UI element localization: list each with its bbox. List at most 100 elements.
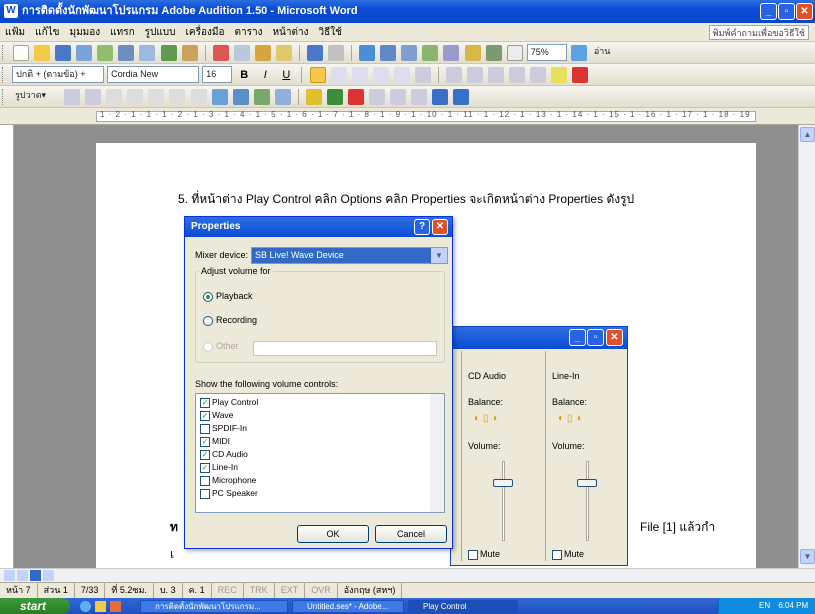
3d-style-icon[interactable]: [453, 89, 470, 105]
list-item[interactable]: ✓ CD Audio: [200, 449, 248, 460]
bullets-icon[interactable]: [467, 67, 483, 83]
redo-icon[interactable]: [328, 45, 345, 61]
task-play-control[interactable]: Play Control: [408, 600, 518, 613]
font-color-icon[interactable]: [572, 67, 589, 83]
clip-art-icon[interactable]: [253, 89, 270, 105]
save-icon[interactable]: [55, 45, 72, 61]
properties-titlebar[interactable]: Properties ? ✕: [185, 217, 452, 237]
task-audition[interactable]: Untitled.ses* - Adobe...: [292, 600, 404, 613]
align-left-icon[interactable]: [309, 67, 326, 83]
menu-format[interactable]: รูปแบบ: [140, 23, 181, 42]
chevron-down-icon[interactable]: ▼: [431, 248, 447, 263]
columns-icon[interactable]: [443, 45, 460, 61]
window-titlebar[interactable]: W การติดตั้งนักพัฒนาโปรแกรม Adobe Auditi…: [0, 0, 815, 23]
mute-checkbox[interactable]: Mute: [468, 549, 500, 560]
new-icon[interactable]: [13, 45, 30, 61]
align-center-icon[interactable]: [330, 67, 347, 83]
style-select[interactable]: ปกติ + (ตามข้อ) +: [12, 66, 105, 83]
web-view-icon[interactable]: [17, 570, 28, 581]
wordart-icon[interactable]: [211, 89, 228, 105]
copy-icon[interactable]: [233, 45, 250, 61]
list-item[interactable]: ✓ MIDI: [200, 436, 230, 447]
menu-window[interactable]: หน้าต่าง: [267, 23, 313, 42]
autoshapes-icon[interactable]: [85, 89, 102, 105]
bold-icon[interactable]: B: [236, 67, 252, 83]
spelling-icon[interactable]: [160, 45, 177, 61]
checkbox-icon[interactable]: [200, 423, 210, 434]
fill-color-icon[interactable]: [305, 89, 322, 105]
task-word[interactable]: การติดตั้งนักพัฒนาโปรแกรม...: [140, 600, 288, 613]
radio-recording[interactable]: Recording: [203, 315, 257, 326]
vol-close-button[interactable]: ✕: [606, 329, 623, 346]
volume-slider-thumb[interactable]: [577, 479, 597, 487]
insert-excel-icon[interactable]: [422, 45, 439, 61]
menu-table[interactable]: ตาราง: [229, 23, 267, 42]
research-icon[interactable]: [181, 45, 198, 61]
dash-style-icon[interactable]: [390, 89, 407, 105]
help-icon[interactable]: [570, 45, 587, 61]
mute-checkbox[interactable]: Mute: [552, 549, 584, 560]
drawing-icon[interactable]: [464, 45, 481, 61]
align-right-icon[interactable]: [351, 67, 368, 83]
list-item[interactable]: ✓ Line-In: [200, 462, 238, 473]
hyperlink-icon[interactable]: [359, 45, 376, 61]
checkbox-icon[interactable]: [200, 475, 210, 486]
paste-icon[interactable]: [254, 45, 271, 61]
checkbox-checked-icon[interactable]: ✓: [200, 410, 210, 421]
decrease-indent-icon[interactable]: [488, 67, 505, 83]
volume-slider-thumb[interactable]: [493, 479, 513, 487]
menu-tools[interactable]: เครื่องมือ: [181, 23, 230, 42]
ok-button[interactable]: OK: [297, 525, 369, 543]
distributed-icon[interactable]: [393, 67, 410, 83]
list-item[interactable]: ✓ Play Control: [200, 397, 258, 408]
checkbox-checked-icon[interactable]: ✓: [200, 397, 210, 408]
document-map-icon[interactable]: [485, 45, 502, 61]
play-control-window[interactable]: _ ▫ ✕ CD Audio Balance: ◐ ▯ ◑ Volume: Mu…: [450, 326, 628, 566]
arrow-icon[interactable]: [127, 89, 144, 105]
cancel-button[interactable]: Cancel: [375, 525, 447, 543]
menu-edit[interactable]: แก้ไข: [30, 23, 64, 42]
checkbox-checked-icon[interactable]: ✓: [200, 436, 210, 447]
increase-indent-icon[interactable]: [509, 67, 526, 83]
close-button[interactable]: ✕: [796, 3, 813, 20]
checkbox-checked-icon[interactable]: ✓: [200, 462, 210, 473]
toolbar-grip[interactable]: [2, 45, 5, 61]
oval-icon[interactable]: [169, 89, 186, 105]
select-objects-icon[interactable]: [64, 89, 81, 105]
list-item[interactable]: Microphone: [200, 475, 256, 486]
italic-icon[interactable]: I: [257, 67, 273, 83]
start-button[interactable]: start: [0, 598, 70, 614]
print-preview-icon[interactable]: [139, 45, 156, 61]
rectangle-icon[interactable]: [148, 89, 165, 105]
outline-view-icon[interactable]: [43, 570, 54, 581]
normal-view-icon[interactable]: [4, 570, 15, 581]
properties-close-button[interactable]: ✕: [432, 219, 448, 235]
print-layout-icon[interactable]: [30, 570, 41, 581]
insert-table-icon[interactable]: [401, 45, 418, 61]
maximize-button[interactable]: ▫: [778, 3, 795, 20]
vol-maximize-button[interactable]: ▫: [587, 329, 604, 346]
status-ovr[interactable]: OVR: [305, 583, 338, 598]
draw-font-color-icon[interactable]: [348, 89, 364, 105]
horizontal-scrollbar[interactable]: [0, 568, 815, 582]
scroll-up-icon[interactable]: ▲: [800, 127, 815, 142]
vol-minimize-button[interactable]: _: [569, 329, 586, 346]
minimize-button[interactable]: _: [760, 3, 777, 20]
line-spacing-icon[interactable]: [414, 67, 431, 83]
help-button[interactable]: ?: [414, 219, 430, 235]
quicklaunch-folder-icon[interactable]: [95, 601, 106, 612]
quicklaunch-ie-icon[interactable]: [80, 601, 91, 612]
list-item[interactable]: SPDIF-In: [200, 423, 247, 434]
outside-border-icon[interactable]: [530, 67, 547, 83]
font-select[interactable]: Cordia New: [107, 66, 200, 83]
justify-icon[interactable]: [372, 67, 389, 83]
vertical-scrollbar[interactable]: ▲ ▼: [798, 125, 815, 568]
show-hide-icon[interactable]: [506, 45, 523, 61]
properties-dialog[interactable]: Properties ? ✕ Mixer device: SB Live! Wa…: [184, 216, 453, 549]
draw-menu-button[interactable]: รูปวาด▾: [12, 88, 60, 105]
play-control-titlebar[interactable]: _ ▫ ✕: [451, 327, 627, 349]
radio-playback[interactable]: Playback: [203, 291, 253, 302]
mixer-device-select[interactable]: SB Live! Wave Device ▼: [251, 247, 448, 264]
insert-picture-icon[interactable]: [274, 89, 291, 105]
undo-icon[interactable]: [307, 45, 323, 61]
